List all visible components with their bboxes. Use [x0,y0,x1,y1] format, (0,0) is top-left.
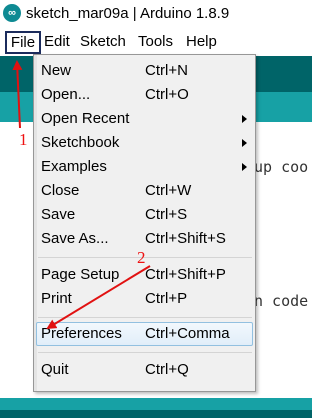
menu-sketch[interactable]: Sketch [78,32,128,52]
menu-item-sketchbook[interactable]: Sketchbook [34,131,255,155]
submenu-arrow-icon [242,163,247,171]
menu-item-preferences[interactable]: Preferences Ctrl+Comma [34,322,255,346]
menu-item-print[interactable]: Print Ctrl+P [34,287,255,311]
menu-item-open-recent[interactable]: Open Recent [34,107,255,131]
file-menu-dropdown: New Ctrl+N Open... Ctrl+O Open Recent Sk… [33,54,256,392]
menu-item-label: Save [41,206,76,223]
code-line-loop: n code [254,292,309,310]
menu-item-new[interactable]: New Ctrl+N [34,59,255,83]
console-strip [0,410,312,418]
menu-item-label: Preferences [41,325,122,342]
menu-item-shortcut: Ctrl+N [145,62,188,79]
annotation-number-2: 2 [137,248,146,267]
menu-bar: File Edit Sketch Tools Help [0,30,312,54]
menu-edit[interactable]: Edit [42,32,72,52]
menu-item-shortcut: Ctrl+Shift+S [145,230,226,247]
menu-item-label: Open... [41,86,91,103]
menu-item-label: Page Setup [41,266,120,283]
menu-item-shortcut: Ctrl+P [145,290,188,307]
menu-item-label: Save As... [41,230,109,247]
menu-item-shortcut: Ctrl+S [145,206,188,223]
annotation-number-1: 1 [19,130,28,149]
submenu-arrow-icon [242,115,247,123]
menu-item-save[interactable]: Save Ctrl+S [34,203,255,227]
menu-item-label: Examples [41,158,107,175]
submenu-arrow-icon [242,139,247,147]
menu-item-label: New [41,62,72,79]
menu-tools[interactable]: Tools [136,32,175,52]
menu-item-open[interactable]: Open... Ctrl+O [34,83,255,107]
window-title: sketch_mar09a | Arduino 1.8.9 [26,5,230,22]
menu-item-quit[interactable]: Quit Ctrl+Q [34,358,255,382]
title-bar: ∞ sketch_mar09a | Arduino 1.8.9 [0,0,312,28]
menu-item-shortcut: Ctrl+Shift+P [145,266,226,283]
code-line-setup: up coo [254,158,309,176]
menu-separator [38,352,252,353]
menu-item-examples[interactable]: Examples [34,155,255,179]
menu-item-shortcut: Ctrl+Q [145,361,189,378]
menu-separator [38,317,252,318]
menu-item-shortcut: Ctrl+O [145,86,189,103]
menu-item-label: Sketchbook [41,134,120,151]
menu-help[interactable]: Help [184,32,219,52]
menu-file[interactable]: File [5,31,41,54]
menu-item-shortcut: Ctrl+Comma [145,325,230,342]
menu-item-shortcut: Ctrl+W [145,182,192,199]
menu-item-label: Open Recent [41,110,130,127]
menu-item-label: Quit [41,361,69,378]
menu-item-close[interactable]: Close Ctrl+W [34,179,255,203]
menu-item-label: Print [41,290,72,307]
arduino-logo-icon: ∞ [3,4,21,22]
menu-item-label: Close [41,182,80,199]
